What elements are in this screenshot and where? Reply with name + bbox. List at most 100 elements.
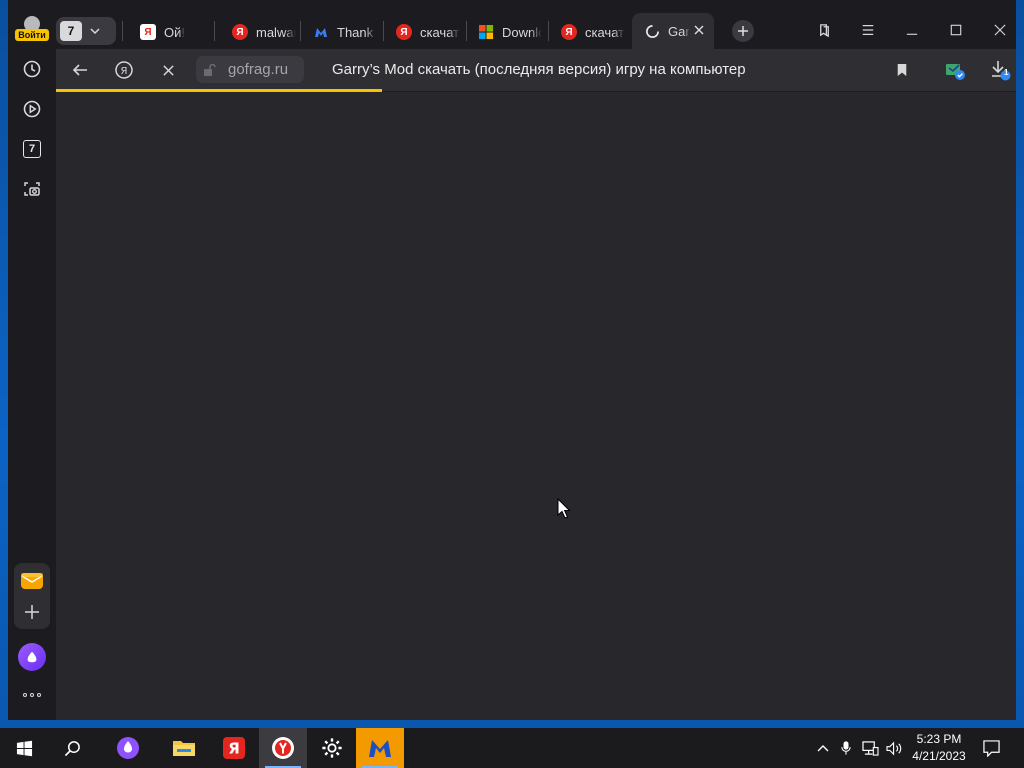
plus-icon <box>738 26 748 36</box>
yandex-red-icon: Я <box>223 737 245 759</box>
tab-separator <box>214 21 215 41</box>
speaker-volume-icon <box>885 741 901 755</box>
close-tab-icon[interactable] <box>692 23 706 37</box>
close-window-button[interactable] <box>988 22 1012 38</box>
yandex-browser-icon <box>272 737 294 759</box>
taskbar-malwarebytes[interactable] <box>356 728 404 768</box>
settings-menu-button[interactable] <box>856 22 880 38</box>
svg-text:Я: Я <box>228 740 240 758</box>
stop-loading-button[interactable] <box>154 57 182 83</box>
tab-thank-you[interactable]: Thank you <box>313 15 377 49</box>
minimize-button[interactable] <box>900 22 924 38</box>
taskbar-clock[interactable]: 5:23 PM 4/21/2023 <box>904 731 974 765</box>
hamburger-menu-icon <box>862 25 874 35</box>
tab-title: malwarebytes <box>256 24 296 40</box>
tab-garrys-mod-active[interactable]: Garry's Mod <box>632 13 714 49</box>
tabs-counter-button[interactable]: 7 <box>14 131 50 167</box>
downloads-count-badge: 1 <box>1004 68 1009 77</box>
close-icon <box>162 64 174 76</box>
start-button[interactable] <box>0 728 48 768</box>
add-service-button[interactable] <box>19 599 45 625</box>
video-button[interactable] <box>14 91 50 127</box>
clock-date: 4/21/2023 <box>912 749 966 763</box>
bookmarks-collection-icon <box>819 23 829 37</box>
page-content-area[interactable] <box>56 92 1016 720</box>
site-domain: gofrag.ru <box>228 61 289 78</box>
yandex-page-favicon-icon: Я <box>140 24 156 40</box>
tab-title: Thank you <box>337 24 377 40</box>
loading-spinner-icon <box>644 23 660 39</box>
tab-separator <box>122 21 123 41</box>
notification-icon <box>982 739 1000 757</box>
tab-separator <box>548 21 549 41</box>
taskbar-file-explorer[interactable] <box>160 728 208 768</box>
yandex-home-button[interactable]: Я <box>110 57 138 83</box>
taskbar-alice[interactable] <box>104 728 152 768</box>
back-button[interactable] <box>66 57 94 83</box>
alice-assistant-button[interactable] <box>18 643 46 671</box>
tab-separator <box>383 21 384 41</box>
bookmark-button[interactable] <box>888 57 916 83</box>
more-dot <box>30 693 34 697</box>
search-button[interactable] <box>48 728 96 768</box>
chevron-up-icon <box>817 745 829 752</box>
yandex-favicon-icon: Я <box>561 24 577 40</box>
folder-icon <box>173 741 195 756</box>
tab-title: скачать <box>585 24 625 40</box>
history-icon <box>23 60 41 78</box>
windows-taskbar: Я 5:23 PM 4/21/2023 <box>0 728 1024 768</box>
protect-shield-icon <box>946 64 965 80</box>
downloads-button[interactable]: 1 <box>986 57 1014 83</box>
new-tab-button[interactable] <box>732 20 754 42</box>
tab-download[interactable]: Download <box>478 15 542 49</box>
login-button[interactable]: Войти <box>14 14 50 46</box>
yandex-favicon-icon: Я <box>232 24 248 40</box>
microphone-icon <box>841 741 851 755</box>
microphone-tray[interactable] <box>836 738 856 758</box>
taskbar-yandex-browser[interactable] <box>259 728 307 768</box>
sidebar-more-button[interactable] <box>18 686 46 704</box>
protect-extension-button[interactable] <box>941 57 969 83</box>
clock-time: 5:23 PM <box>916 732 962 746</box>
tab-oy[interactable]: Я Ой! <box>140 15 210 49</box>
tab-groups-button[interactable]: 7 <box>56 17 116 45</box>
plus-icon <box>25 605 39 619</box>
volume-tray[interactable] <box>884 738 904 758</box>
network-tray[interactable] <box>860 738 880 758</box>
yandex-favicon-icon: Я <box>396 24 412 40</box>
minimize-icon <box>906 33 918 35</box>
yandex-mail-button[interactable] <box>19 568 45 594</box>
tab-count: 7 <box>60 21 82 41</box>
tab-title: Ой! <box>164 24 185 40</box>
yandex-logo-icon: Я <box>115 61 133 79</box>
mouse-cursor-icon <box>557 498 571 519</box>
login-label: Войти <box>15 29 49 41</box>
screenshot-button[interactable] <box>14 171 50 207</box>
more-dots-icon <box>23 693 27 697</box>
history-button[interactable] <box>14 51 50 87</box>
more-dot <box>37 693 41 697</box>
alice-icon <box>117 737 139 759</box>
collections-button[interactable] <box>812 22 836 38</box>
browser-window: Войти 7 7 Я Ой! Я malwar Thank Я скачат … <box>8 0 1016 720</box>
taskbar-settings[interactable] <box>308 728 356 768</box>
tab-skachat-2[interactable]: Я скачать <box>561 15 625 49</box>
action-center-button[interactable] <box>981 738 1001 758</box>
tab-skachat-1[interactable]: Я скачать <box>396 15 460 49</box>
unlocked-padlock-icon <box>204 63 216 76</box>
maximize-button[interactable] <box>944 22 968 38</box>
taskbar-yandex-app[interactable]: Я <box>210 728 258 768</box>
arrow-left-icon <box>72 64 87 76</box>
bookmark-icon <box>897 64 907 76</box>
mail-envelope-icon <box>21 573 43 589</box>
svg-text:Я: Я <box>121 66 128 77</box>
tab-malwarebytes-search[interactable]: Я malwarebytes <box>232 15 296 49</box>
alice-icon <box>27 651 37 663</box>
address-bar-page-title[interactable]: Garry’s Mod скачать (последняя версия) и… <box>332 61 746 78</box>
close-icon <box>994 24 1006 36</box>
tab-title: Download <box>502 24 542 40</box>
site-info-chip[interactable]: gofrag.ru <box>196 56 304 83</box>
microsoft-favicon-icon <box>478 24 494 40</box>
screenshot-camera-icon <box>24 182 40 196</box>
show-hidden-icons-button[interactable] <box>813 738 833 758</box>
